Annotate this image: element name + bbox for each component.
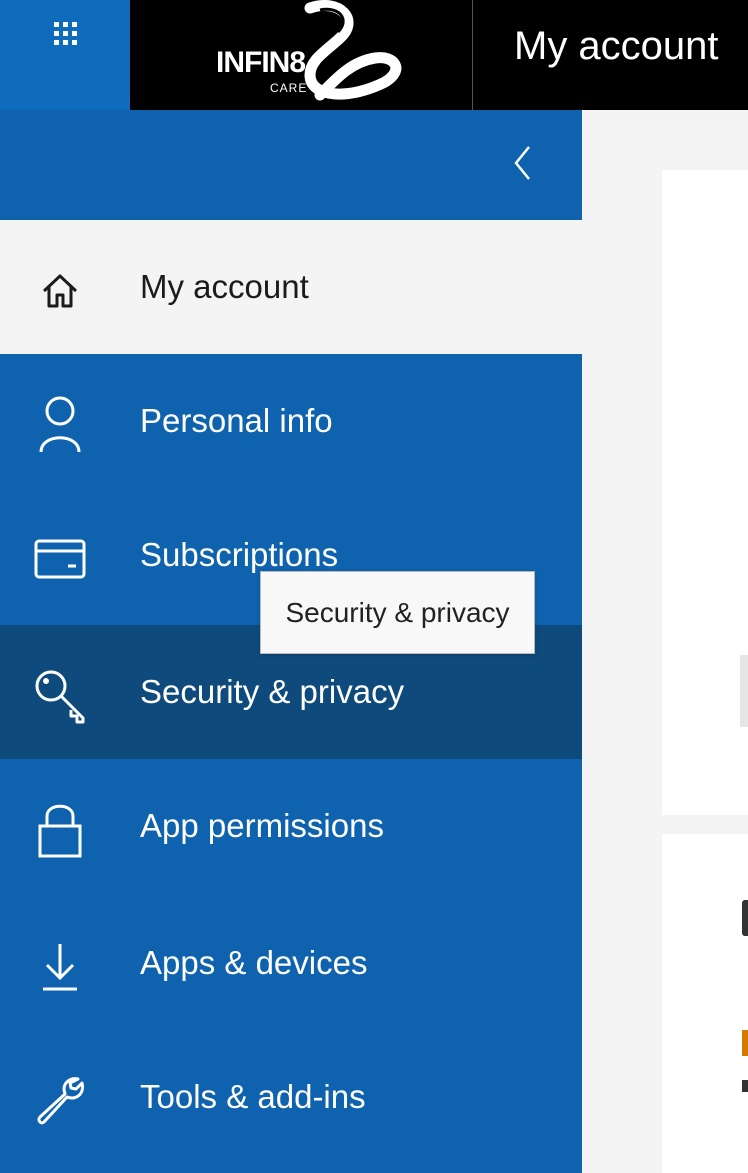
sidebar-item-label: Apps & devices <box>140 944 368 981</box>
content-card <box>662 834 748 1173</box>
sidebar-item-my-account[interactable]: My account <box>0 220 582 354</box>
person-icon <box>30 395 90 455</box>
app-title: My account <box>514 24 719 68</box>
sidebar-item-app-permissions[interactable]: App permissions <box>0 759 582 893</box>
lock-icon <box>30 800 90 860</box>
tooltip: Security & privacy <box>260 571 535 654</box>
sidebar-item-label: Subscriptions <box>140 536 339 573</box>
top-bar: INFIN8 CARE My account <box>0 0 748 110</box>
sidebar-item-personal-info[interactable]: Personal info <box>0 354 582 488</box>
download-icon <box>30 937 90 997</box>
home-icon <box>30 261 90 321</box>
credit-card-icon <box>30 529 90 589</box>
sidebar-item-label: Personal info <box>140 402 333 439</box>
app-launcher-button[interactable] <box>0 0 130 110</box>
sidebar-item-apps-devices[interactable]: Apps & devices <box>0 896 582 1030</box>
company-logo[interactable]: INFIN8 CARE <box>190 0 420 110</box>
content-card-fragment <box>740 655 748 727</box>
wrench-icon <box>30 1071 90 1131</box>
sidebar-item-label: App permissions <box>140 807 384 844</box>
content-card-fragment <box>742 900 748 936</box>
sidebar-item-label: My account <box>140 268 309 305</box>
tooltip-text: Security & privacy <box>285 596 510 628</box>
content-card-fragment <box>742 1080 748 1092</box>
sidebar-item-label: Tools & add-ins <box>140 1078 366 1115</box>
chevron-left-icon <box>514 146 530 180</box>
sidebar-item-label: Security & privacy <box>140 673 405 710</box>
content-card-fragment <box>742 1030 748 1056</box>
app-launcher-icon <box>53 22 77 45</box>
content-card <box>662 170 748 815</box>
sidebar-header <box>0 110 582 220</box>
key-icon <box>30 666 90 726</box>
collapse-sidebar-button[interactable] <box>498 138 548 188</box>
logo-brand-text: INFIN8 <box>216 46 305 79</box>
header-divider <box>472 0 473 110</box>
page-root: INFIN8 CARE My account My account Person… <box>0 0 748 1173</box>
logo-sub-text: CARE <box>270 81 307 95</box>
sidebar-item-tools-addins[interactable]: Tools & add-ins <box>0 1030 582 1164</box>
